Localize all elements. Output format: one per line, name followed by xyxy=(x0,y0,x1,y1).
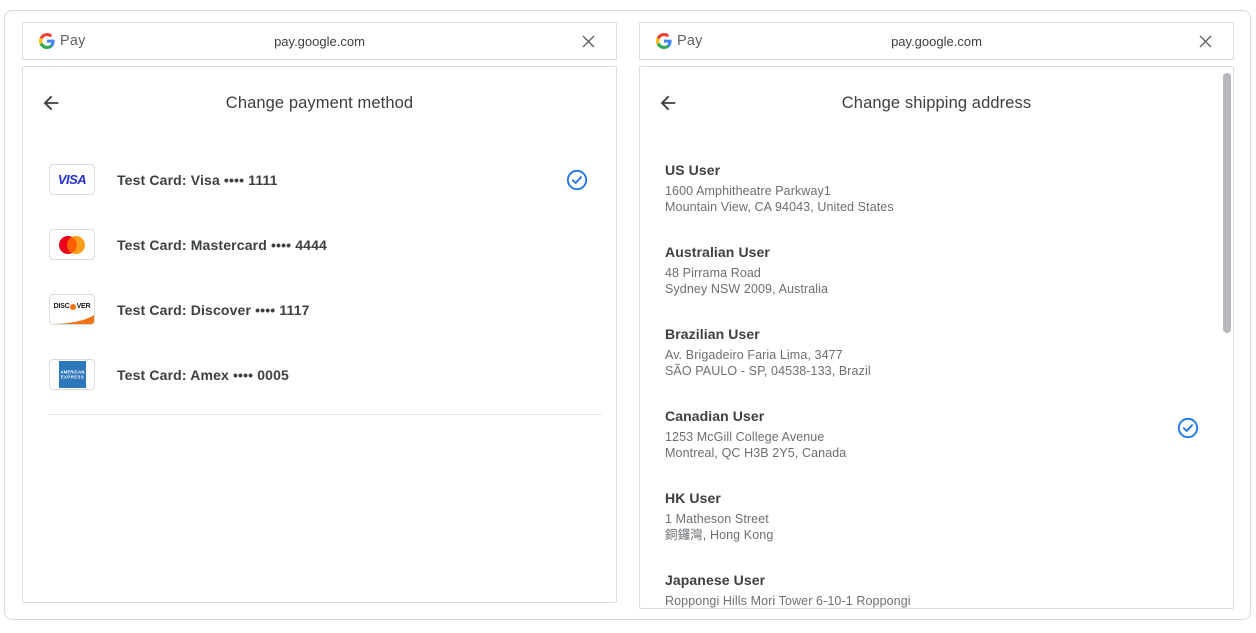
discover-logo: DISCVER xyxy=(49,294,95,325)
address-name: Australian User xyxy=(665,243,1199,261)
card-label: Test Card: Mastercard •••• 4444 xyxy=(117,237,327,253)
check-circle-icon xyxy=(1177,417,1199,439)
shipping-address-row[interactable]: Brazilian User Av. Brigadeiro Faria Lima… xyxy=(640,319,1233,401)
address-line1: Roppongi Hills Mori Tower 6-10-1 Roppong… xyxy=(665,593,1199,609)
shipping-address-row[interactable]: Canadian User 1253 McGill College Avenue… xyxy=(640,401,1233,483)
address-line2: Mountain View, CA 94043, United States xyxy=(665,199,1199,215)
shipping-address-row[interactable]: Australian User 48 Pirrama Road Sydney N… xyxy=(640,237,1233,319)
shipping-address-row[interactable]: US User 1600 Amphitheatre Parkway1 Mount… xyxy=(640,155,1233,237)
card-label: Test Card: Discover •••• 1117 xyxy=(117,302,310,318)
back-button[interactable] xyxy=(39,91,63,115)
payment-method-amex[interactable]: AMERICANEXPRESS Test Card: Amex •••• 000… xyxy=(23,342,616,407)
svg-text:EXPRESS: EXPRESS xyxy=(60,375,83,380)
address-line1: Av. Brigadeiro Faria Lima, 3477 xyxy=(665,347,1199,363)
address-line1: 48 Pirrama Road xyxy=(665,265,1199,281)
shipping-address-list: US User 1600 Amphitheatre Parkway1 Mount… xyxy=(640,155,1233,609)
mastercard-logo xyxy=(49,229,95,260)
close-icon xyxy=(1199,35,1212,48)
address-line2: SÃO PAULO - SP, 04538-133, Brazil xyxy=(665,363,1199,379)
google-g-icon xyxy=(656,33,672,49)
address-name: US User xyxy=(665,161,1199,179)
address-name: Brazilian User xyxy=(665,325,1199,343)
address-name: Canadian User xyxy=(665,407,1199,425)
page-title: Change payment method xyxy=(23,87,616,119)
close-button[interactable] xyxy=(576,29,600,53)
address-line1: 1 Matheson Street xyxy=(665,511,1199,527)
check-circle-icon xyxy=(566,169,588,191)
close-button[interactable] xyxy=(1193,29,1217,53)
payment-method-panel: Change payment method VISA Test Card: Vi… xyxy=(22,66,617,603)
page-title: Change shipping address xyxy=(640,87,1233,119)
back-arrow-icon xyxy=(657,92,679,114)
payment-method-list: VISA Test Card: Visa •••• 1111 Test Card… xyxy=(23,147,616,407)
address-line2: 銅鑼灣, Hong Kong xyxy=(665,527,1199,543)
shipping-address-panel: Change shipping address US User 1600 Amp… xyxy=(639,66,1234,609)
shipping-title-row: Change shipping address xyxy=(640,87,1233,119)
gpay-wordmark: Pay xyxy=(677,33,703,49)
gpay-wordmark: Pay xyxy=(60,33,86,49)
payment-method-visa[interactable]: VISA Test Card: Visa •••• 1111 xyxy=(23,147,616,212)
shipping-address-row[interactable]: Japanese User Roppongi Hills Mori Tower … xyxy=(640,565,1233,609)
visa-logo: VISA xyxy=(49,164,95,195)
gpay-logo: Pay xyxy=(39,33,86,49)
payment-method-mastercard[interactable]: Test Card: Mastercard •••• 4444 xyxy=(23,212,616,277)
card-label: Test Card: Amex •••• 0005 xyxy=(117,367,289,383)
address-line2: Sydney NSW 2009, Australia xyxy=(665,281,1199,297)
origin-label: pay.google.com xyxy=(23,34,616,49)
amex-logo: AMERICANEXPRESS xyxy=(49,359,95,390)
address-line2: Montreal, QC H3B 2Y5, Canada xyxy=(665,445,1199,461)
scrollbar[interactable] xyxy=(1221,67,1233,608)
google-g-icon xyxy=(39,33,55,49)
gpay-logo: Pay xyxy=(656,33,703,49)
scrollbar-thumb[interactable] xyxy=(1223,73,1231,333)
back-arrow-icon xyxy=(40,92,62,114)
payment-dialog-header: Pay pay.google.com xyxy=(22,22,617,60)
list-divider xyxy=(48,414,602,415)
address-line1: 1253 McGill College Avenue xyxy=(665,429,1199,445)
card-label: Test Card: Visa •••• 1111 xyxy=(117,172,278,188)
address-name: Japanese User xyxy=(665,571,1199,589)
back-button[interactable] xyxy=(656,91,680,115)
shipping-address-row[interactable]: HK User 1 Matheson Street 銅鑼灣, Hong Kong xyxy=(640,483,1233,565)
payment-title-row: Change payment method xyxy=(23,87,616,119)
close-icon xyxy=(582,35,595,48)
shipping-dialog-header: Pay pay.google.com xyxy=(639,22,1234,60)
origin-label: pay.google.com xyxy=(640,34,1233,49)
address-name: HK User xyxy=(665,489,1199,507)
payment-method-discover[interactable]: DISCVER Test Card: Discover •••• 1117 xyxy=(23,277,616,342)
address-line1: 1600 Amphitheatre Parkway1 xyxy=(665,183,1199,199)
